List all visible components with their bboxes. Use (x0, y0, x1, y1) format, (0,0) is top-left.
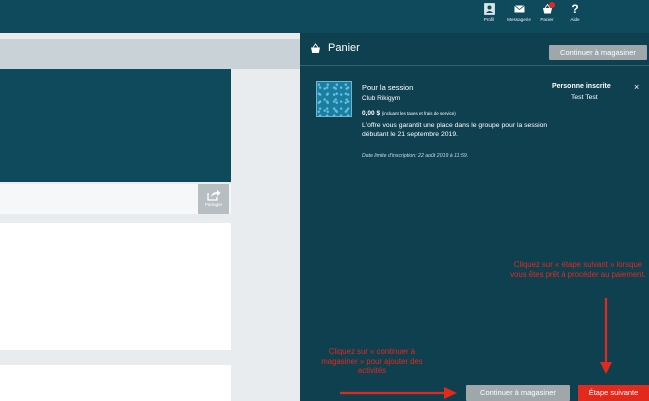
page-header-band (0, 39, 300, 69)
nav-aide[interactable]: ? Aide (563, 3, 587, 30)
content-card (0, 365, 231, 401)
share-label: Partager (204, 202, 223, 207)
continue-shopping-button-bottom[interactable]: Continuer à magasiner (466, 385, 570, 401)
content-card (0, 223, 231, 350)
envelope-icon (513, 5, 525, 13)
nav-panier[interactable]: Panier (535, 2, 559, 30)
activity-toolbar (0, 184, 231, 214)
activity-thumbnail (316, 81, 352, 117)
annotation-next-step: Cliquez sur « étape suivant » lorsque vo… (510, 260, 646, 279)
close-icon[interactable]: × (634, 82, 639, 92)
nav-messagerie[interactable]: Messagerie (507, 3, 531, 30)
cart-item-organization: Club Rikigym (362, 95, 401, 102)
next-step-button[interactable]: Étape suivante (578, 385, 649, 401)
cart-item-description: L'offre vous garantit une place dans le … (362, 122, 548, 138)
basket-icon (311, 43, 320, 53)
cart-item-price: 0,00 $ (incluant les taxes et frais de s… (362, 110, 456, 117)
price-value: 0,00 $ (362, 110, 381, 117)
continue-shopping-button[interactable]: Continuer à magasiner (549, 45, 647, 60)
activity-banner (0, 69, 231, 182)
share-icon (206, 189, 220, 201)
cart-header: Panier Continuer à magasiner (300, 33, 649, 66)
profile-icon (483, 3, 495, 15)
question-icon: ? (571, 2, 579, 16)
cart-panel: Panier Continuer à magasiner Pour la ses… (300, 33, 649, 401)
nav-messagerie-label: Messagerie (507, 17, 531, 22)
registration-deadline: Date limite d'inscription: 22 août 2019 … (362, 153, 469, 159)
cart-badge (549, 2, 555, 8)
nav-profil-label: Profil (483, 17, 495, 22)
top-bar: Profil Messagerie Panier ? Aide (0, 0, 649, 33)
nav-profil[interactable]: Profil (477, 3, 501, 30)
nav-aide-label: Aide (570, 17, 580, 22)
annotation-continue-shopping: Cliquez sur « continuer à magasiner » po… (321, 347, 423, 375)
cart-item-title: Pour la session (362, 83, 414, 92)
registered-person-name: Test Test (571, 94, 598, 101)
registered-person-label: Personne inscrite (552, 83, 611, 90)
nav-panier-label: Panier (540, 17, 554, 22)
cart-title: Panier (328, 42, 360, 54)
share-button[interactable]: Partager (198, 184, 229, 214)
price-note: (incluant les taxes et frais de service) (381, 111, 456, 116)
